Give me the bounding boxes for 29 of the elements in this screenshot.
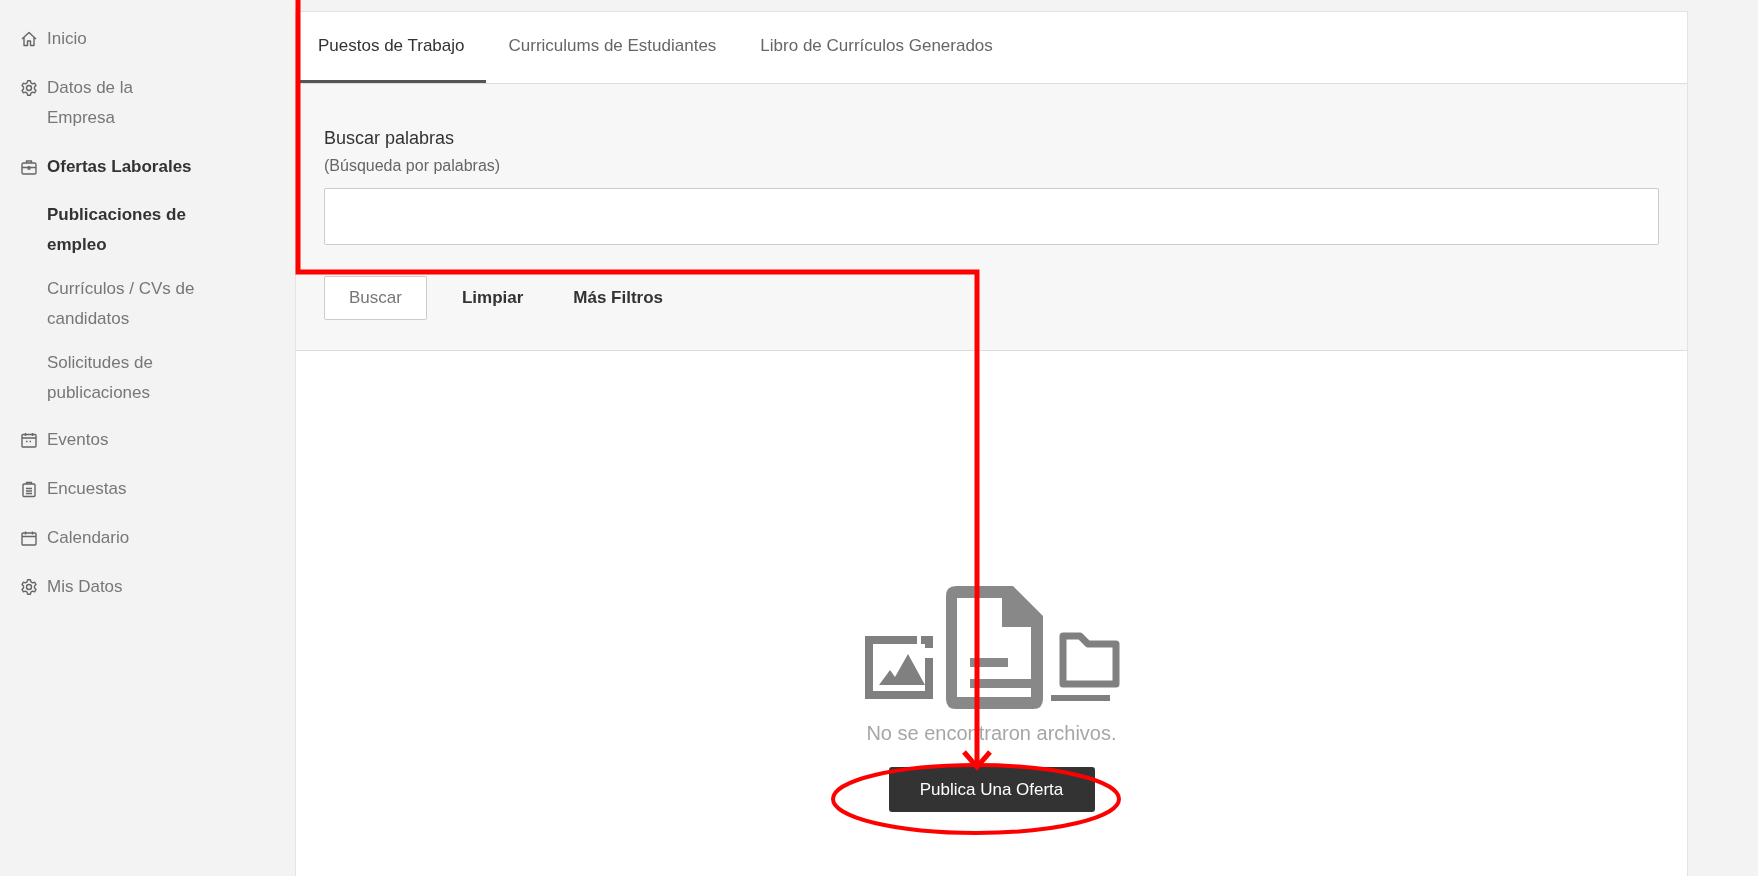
text-button[interactable]: Más Filtros	[558, 276, 679, 320]
sidebar-item[interactable]: Mis Datos	[0, 572, 294, 602]
field-hint: (Búsqueda por palabras)	[324, 156, 502, 176]
sidebar-item[interactable]: Encuestas	[0, 474, 294, 504]
briefcase-icon	[20, 158, 38, 176]
sidebar-subitem[interactable]: Currículos / CVs de candidatos	[47, 274, 197, 334]
publish-button[interactable]: Publica Una Oferta	[888, 767, 1095, 812]
settings-icon	[20, 578, 38, 596]
folder-icon	[1050, 632, 1119, 701]
calendar-icon	[20, 431, 38, 449]
document-icon	[945, 586, 1043, 709]
sidebar-item[interactable]: Eventos	[0, 425, 294, 455]
sidebar-item[interactable]: Datos de la Empresa	[0, 73, 294, 133]
home-icon	[20, 30, 38, 48]
search-field[interactable]	[324, 188, 1659, 245]
text-button[interactable]: Limpiar	[446, 276, 539, 320]
image-icon	[864, 636, 933, 699]
sidebar-item[interactable]: Calendario	[0, 523, 294, 553]
search-button[interactable]: Buscar	[324, 276, 427, 320]
tab[interactable]: Curriculums de Estudiantes	[486, 12, 739, 83]
sidebar-subitem[interactable]: Publicaciones de empleo	[47, 200, 197, 260]
sidebar-item[interactable]: Ofertas Laborales	[0, 152, 294, 182]
settings-icon	[20, 79, 38, 97]
field-label: Buscar palabras	[324, 127, 456, 150]
sidebar-item[interactable]: Inicio	[0, 24, 294, 54]
sidebar-subitem[interactable]: Solicitudes de publicaciones	[47, 348, 197, 408]
clipboard-icon	[20, 480, 38, 498]
tab[interactable]: Libro de Currículos Generados	[738, 12, 1015, 83]
calendar-icon	[20, 529, 38, 547]
